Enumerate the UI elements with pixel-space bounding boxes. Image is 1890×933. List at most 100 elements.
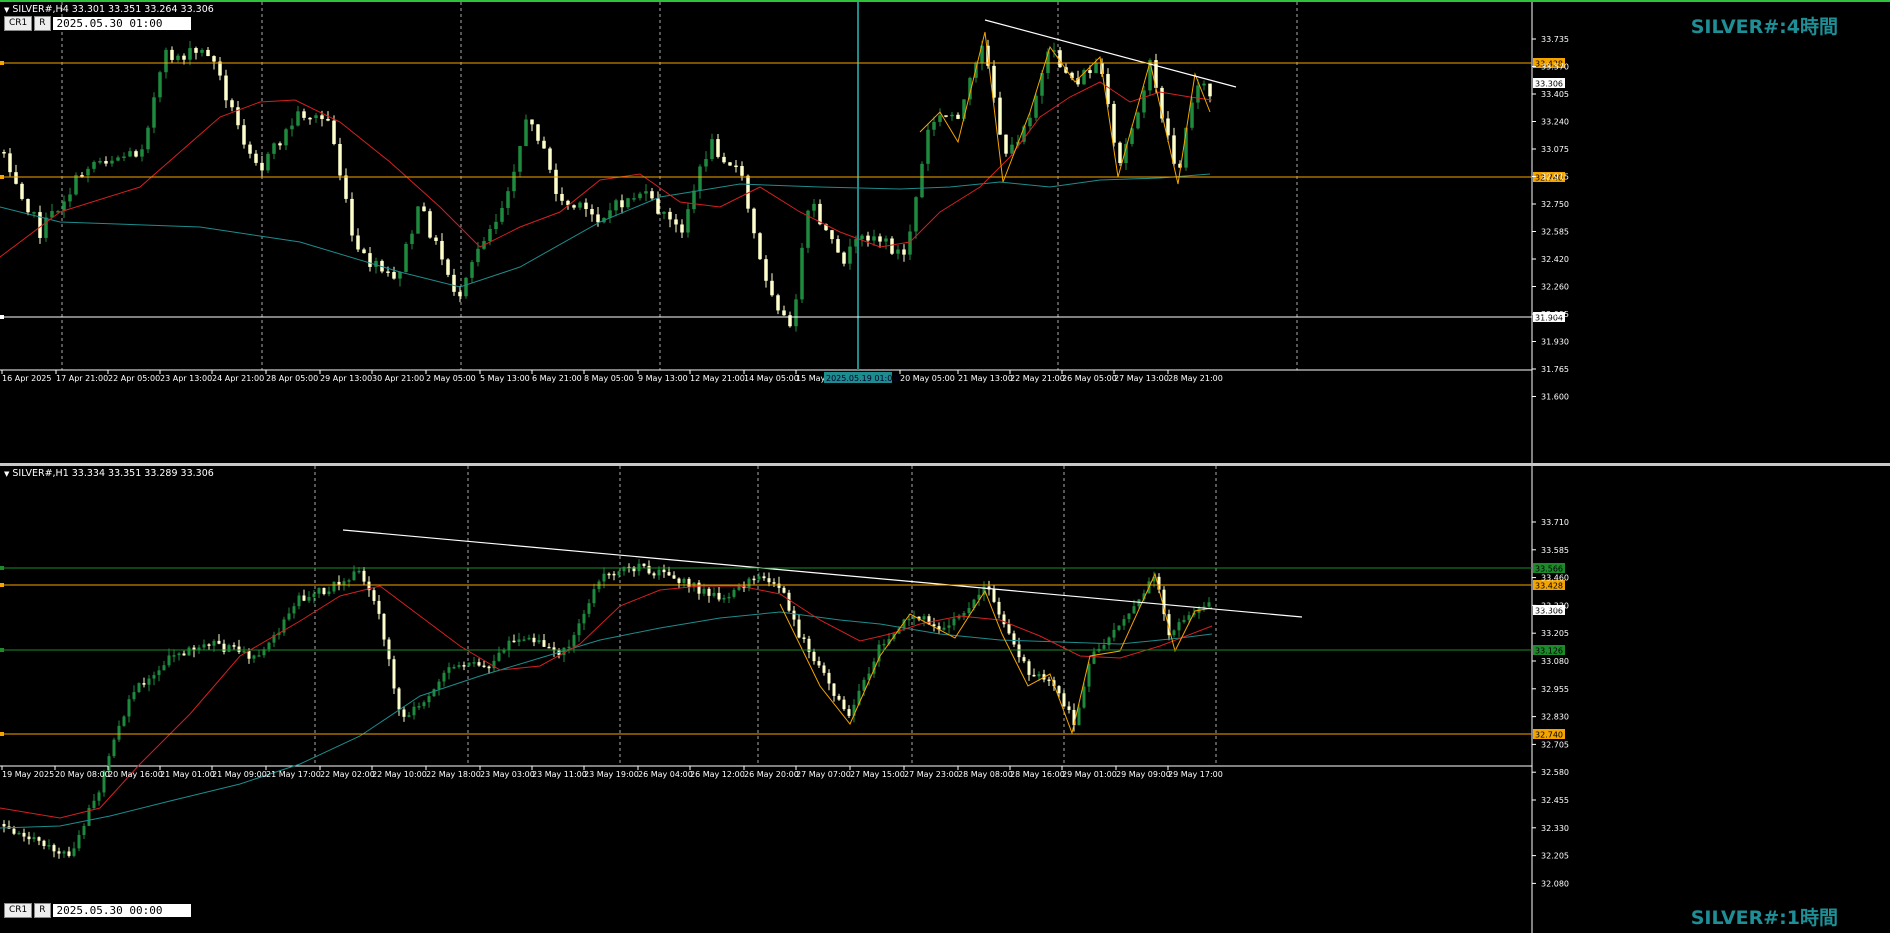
- candle-body: [457, 665, 461, 667]
- price-tick-label: 32.915: [1541, 173, 1569, 182]
- candle-body: [1077, 707, 1081, 726]
- candle-body: [772, 582, 776, 584]
- candle-body: [412, 706, 416, 716]
- time-tick-label: 26 May 20:00: [744, 770, 799, 779]
- candle-body: [542, 640, 546, 647]
- resistance-trendline[interactable]: [984, 19, 1237, 88]
- candle-body: [998, 97, 1002, 135]
- datetime-field[interactable]: 2025.05.30 00:00: [52, 904, 191, 917]
- datetime-field[interactable]: 2025.05.30 01:00: [52, 17, 191, 30]
- level-left-marker: [0, 732, 4, 736]
- collapse-triangle-icon[interactable]: ▼: [4, 470, 9, 478]
- time-tick-label: 22 May 02:00: [320, 770, 375, 779]
- time-tick-label: 20 May 16:00: [108, 770, 163, 779]
- candle-body: [182, 653, 186, 656]
- r-button[interactable]: R: [34, 16, 51, 31]
- candle-body: [2, 152, 6, 154]
- time-tick-label: 23 May 19:00: [584, 770, 639, 779]
- candle-body: [704, 159, 708, 167]
- candle-body: [882, 643, 886, 646]
- price-tick-label: 31.600: [1541, 393, 1569, 402]
- candle-body: [172, 655, 176, 657]
- time-tick-label: 19 May 2025: [2, 770, 54, 779]
- price-tick-label: 33.405: [1541, 90, 1569, 99]
- cr1-button[interactable]: CR1: [4, 16, 33, 31]
- candle-body: [308, 117, 312, 120]
- candle-body: [352, 571, 356, 581]
- candle-body: [812, 651, 816, 662]
- candle-body: [682, 578, 686, 583]
- candle-body: [322, 587, 326, 595]
- candle-body: [476, 248, 480, 263]
- zigzag-indicator-line: [779, 572, 1213, 735]
- candle-body: [68, 194, 72, 202]
- price-tick-label: 32.705: [1541, 740, 1569, 749]
- candle-body: [938, 115, 942, 122]
- time-tick-label: 27 May 13:00: [1114, 374, 1169, 383]
- candle-body: [1002, 614, 1006, 625]
- candle-body: [1190, 102, 1194, 128]
- candle-body: [1012, 633, 1016, 645]
- candle-body: [437, 681, 441, 690]
- candle-body: [848, 246, 852, 264]
- h1-chart-canvas[interactable]: 33.56633.42833.12632.74033.30633.71033.5…: [0, 466, 1890, 933]
- candle-body: [732, 589, 736, 597]
- candle-body: [802, 637, 806, 639]
- cr1-button[interactable]: CR1: [4, 903, 33, 918]
- candle-body: [82, 825, 86, 835]
- candle-body: [386, 271, 390, 273]
- candle-body: [657, 569, 661, 576]
- candle-body: [112, 739, 116, 757]
- time-tick-label: 29 May 09:00: [1116, 770, 1171, 779]
- h4-chart-canvas[interactable]: 33.42832.74031.90433.30633.73533.57033.4…: [0, 2, 1890, 463]
- candle-body: [222, 643, 226, 652]
- candle-body: [647, 565, 651, 574]
- candle-body: [932, 121, 936, 130]
- crosshair-time-label: 2025.05.19 01:00: [826, 374, 897, 383]
- candle-body: [782, 587, 786, 593]
- candle-body: [777, 583, 781, 588]
- price-tick-label: 33.205: [1541, 629, 1569, 638]
- candle-body: [652, 573, 656, 576]
- r-button[interactable]: R: [34, 903, 51, 918]
- candle-body: [668, 211, 672, 220]
- candle-body: [770, 280, 774, 296]
- candle-body: [326, 118, 330, 121]
- h4-chart-pane[interactable]: 33.428 32.740 31.904 33.306 33.735 33.570 33.4…: [0, 0, 1890, 463]
- candle-body: [227, 645, 231, 652]
- candle-body: [458, 291, 462, 297]
- candle-body: [272, 143, 276, 154]
- candle-body: [1067, 706, 1071, 710]
- candle-body: [1087, 663, 1091, 687]
- candle-body: [962, 612, 966, 616]
- candle-body: [1196, 85, 1200, 103]
- candle-body: [942, 627, 946, 630]
- candle-body: [152, 675, 156, 679]
- time-tick-label: 5 May 13:00: [480, 374, 530, 383]
- resistance-trendline[interactable]: [342, 529, 1303, 618]
- candle-body: [177, 653, 181, 656]
- candle-body: [822, 665, 826, 673]
- candle-body: [72, 848, 76, 856]
- price-tick-label: 33.735: [1541, 35, 1569, 44]
- candle-body: [327, 591, 331, 595]
- candle-body: [494, 221, 498, 230]
- time-tick-label: 28 May 21:00: [1168, 374, 1223, 383]
- candle-body: [497, 652, 501, 661]
- h1-chart-pane[interactable]: 33.566 33.428 33.126 32.740 33.306 33.710 33.5…: [0, 466, 1890, 933]
- candle-body: [734, 165, 738, 168]
- candle-body: [487, 666, 491, 669]
- candle-body: [122, 156, 126, 158]
- candle-body: [357, 570, 361, 573]
- price-tick-label: 31.930: [1541, 338, 1569, 347]
- price-tick-label: 33.460: [1541, 574, 1569, 583]
- collapse-triangle-icon[interactable]: ▼: [4, 6, 9, 14]
- candle-body: [560, 193, 564, 201]
- candle-body: [217, 640, 221, 644]
- candle-body: [212, 640, 216, 646]
- candle-body: [142, 683, 146, 685]
- candle-body: [642, 563, 646, 566]
- candle-body: [127, 699, 131, 717]
- candle-body: [26, 198, 30, 213]
- candle-body: [287, 613, 291, 620]
